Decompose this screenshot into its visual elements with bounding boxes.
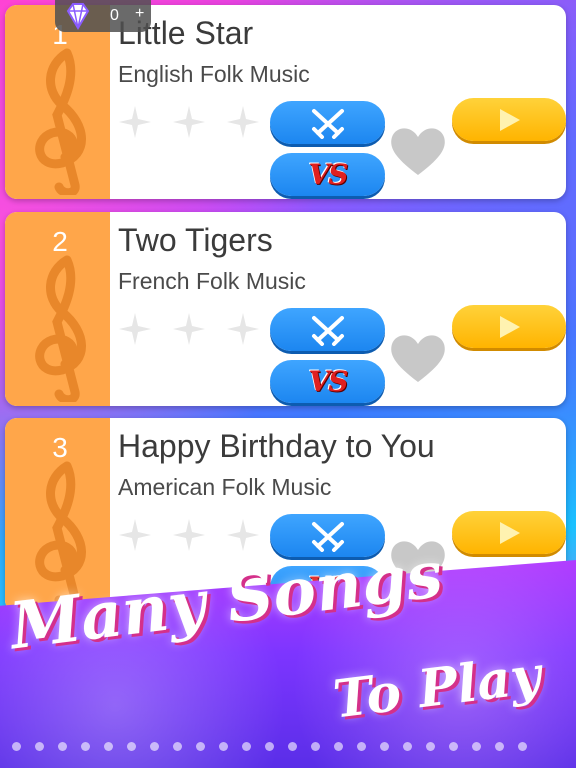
star-icon	[173, 313, 205, 345]
song-card-2[interactable]: 2 Two Tigers French Folk Music VS	[5, 212, 566, 406]
star-icon	[227, 106, 259, 138]
star-icon	[119, 106, 151, 138]
vs-button[interactable]: VS	[270, 153, 385, 196]
crossed-swords-icon	[311, 315, 344, 346]
treble-clef-icon	[35, 255, 86, 402]
gem-count: 0	[110, 7, 119, 24]
song-subtitle: French Folk Music	[118, 268, 306, 294]
song-subtitle: American Folk Music	[118, 474, 332, 500]
song-subtitle: English Folk Music	[118, 61, 310, 87]
star-icon	[227, 519, 259, 551]
song-title: Happy Birthday to You	[118, 428, 435, 464]
battle-button[interactable]	[270, 308, 385, 351]
vs-label: VS	[308, 365, 349, 398]
heart-icon[interactable]	[389, 125, 447, 177]
heart-icon[interactable]	[389, 332, 447, 384]
play-button[interactable]	[452, 511, 566, 554]
play-button[interactable]	[452, 98, 566, 141]
diamond-icon	[66, 3, 90, 30]
add-gems-button[interactable]: +	[135, 5, 144, 23]
song-card-1[interactable]: 1 Little Star English Folk Music VS	[5, 5, 566, 199]
vs-label: VS	[308, 158, 349, 191]
play-icon	[500, 108, 520, 131]
star-icon	[119, 519, 151, 551]
play-icon	[500, 315, 520, 338]
treble-clef-icon	[35, 48, 86, 195]
rating-stars	[118, 518, 260, 552]
song-title: Two Tigers	[118, 222, 273, 258]
star-icon	[119, 313, 151, 345]
battle-button[interactable]	[270, 101, 385, 144]
play-button[interactable]	[452, 305, 566, 348]
crossed-swords-icon	[311, 108, 344, 139]
star-icon	[173, 519, 205, 551]
rating-stars	[118, 105, 260, 139]
star-icon	[227, 313, 259, 345]
star-icon	[173, 106, 205, 138]
vs-button[interactable]: VS	[270, 360, 385, 403]
crossed-swords-icon	[311, 521, 344, 552]
decorative-dots	[0, 742, 576, 756]
gem-counter[interactable]: 0 +	[55, 0, 151, 32]
play-icon	[500, 521, 520, 544]
rating-stars	[118, 312, 260, 346]
